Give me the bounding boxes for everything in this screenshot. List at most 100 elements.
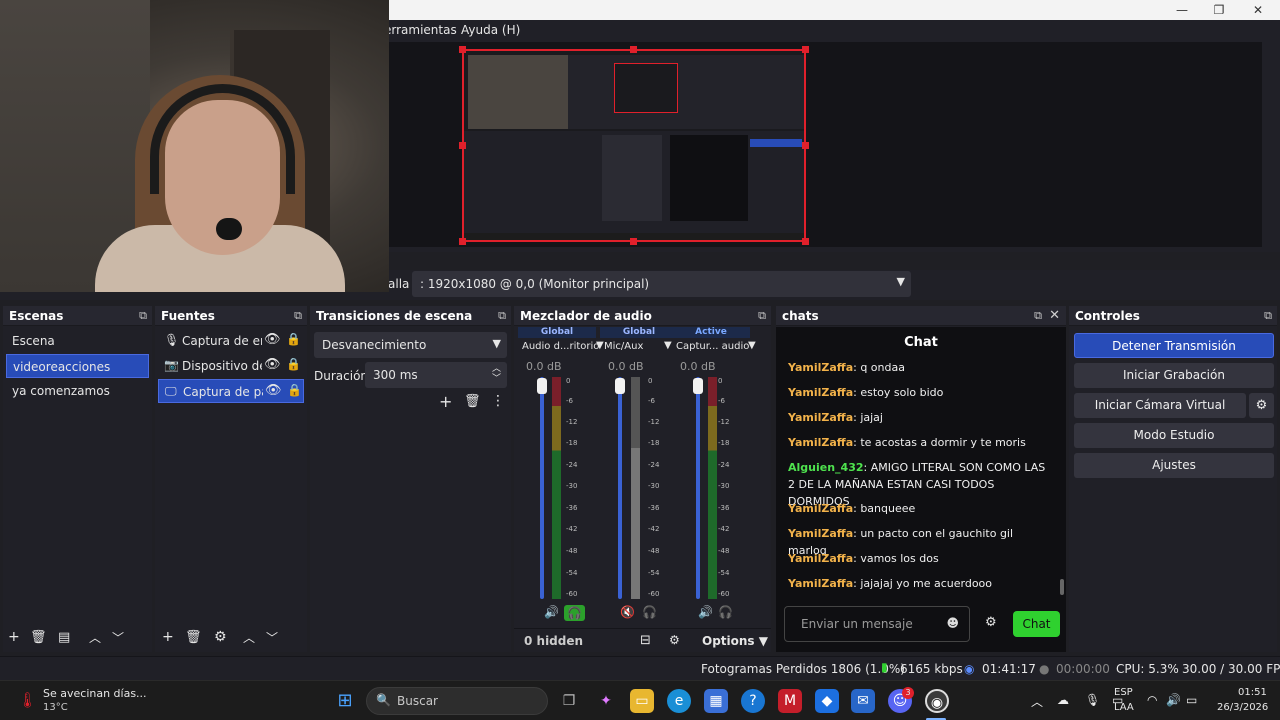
source-item[interactable]: 📷 Dispositivo de 👁 🔒 <box>158 354 304 378</box>
volume-slider[interactable] <box>696 377 700 599</box>
menu-herramientas[interactable]: erramientas <box>384 23 457 37</box>
studio-mode-button[interactable]: Modo Estudio <box>1074 423 1274 448</box>
trash-icon[interactable]: 🗑 <box>464 394 481 409</box>
source-item[interactable]: 🎙 Captura de ent 👁 🔒 <box>158 329 304 353</box>
add-icon[interactable]: + <box>439 392 452 411</box>
eye-icon[interactable]: 👁 <box>264 332 281 347</box>
windows-start-icon[interactable]: ⊞ <box>333 689 357 713</box>
float-dock-icon[interactable]: ⧉ <box>139 309 147 323</box>
mcafee-icon[interactable]: M <box>778 689 802 713</box>
gear-icon[interactable]: ⚙ <box>669 633 680 647</box>
resize-handle-l[interactable] <box>459 142 466 149</box>
lock-icon[interactable]: 🔒 <box>286 332 301 346</box>
minimize-button[interactable]: — <box>1162 0 1202 20</box>
resize-handle-tl[interactable] <box>459 46 466 53</box>
file-explorer-icon[interactable]: ▭ <box>630 689 654 713</box>
help-icon[interactable]: ? <box>741 689 765 713</box>
chevron-down-icon[interactable]: ▼ <box>748 340 756 351</box>
resize-handle-r[interactable] <box>802 142 809 149</box>
layout-icon[interactable]: ⊟ <box>640 633 651 648</box>
move-up-icon[interactable]: ︿ <box>89 629 101 646</box>
move-down-icon[interactable]: ﹀ <box>112 629 124 646</box>
volume-slider[interactable] <box>540 377 544 599</box>
virtual-camera-settings-button[interactable]: ⚙ <box>1249 393 1274 418</box>
menu-ayuda[interactable]: Ayuda (H) <box>461 23 520 37</box>
obs-icon[interactable]: ◉ <box>925 689 949 713</box>
lock-icon[interactable]: 🔒 <box>286 357 301 371</box>
trash-icon[interactable]: 🗑 <box>185 630 202 645</box>
lock-icon[interactable]: 🔒 <box>287 383 302 397</box>
float-dock-icon[interactable]: ⧉ <box>498 309 506 323</box>
start-recording-button[interactable]: Iniciar Grabación <box>1074 363 1274 388</box>
onedrive-icon[interactable]: ☁ <box>1057 693 1069 707</box>
source-item[interactable]: 🖵 Captura de par 👁 🔒 <box>158 379 304 403</box>
volume-slider[interactable] <box>618 377 622 599</box>
maximize-button[interactable]: ❐ <box>1199 0 1239 20</box>
float-dock-icon[interactable]: ⧉ <box>1264 309 1272 323</box>
chat-scrollbar[interactable] <box>1060 579 1064 595</box>
resize-handle-b[interactable] <box>630 238 637 245</box>
chat-send-button[interactable]: Chat <box>1013 611 1060 637</box>
chevron-down-icon[interactable]: ▼ <box>664 340 672 351</box>
preview-source-selection[interactable] <box>462 49 806 242</box>
battery-icon[interactable]: ▭ <box>1186 693 1197 707</box>
volume-slider-knob[interactable] <box>615 378 625 394</box>
chat-username[interactable]: YamilZaffa <box>788 436 853 449</box>
resize-handle-tr[interactable] <box>802 46 809 53</box>
float-dock-icon[interactable]: ⧉ <box>758 309 766 323</box>
stop-stream-button[interactable]: Detener Transmisión <box>1074 333 1274 358</box>
chat-message-input[interactable]: Enviar un mensaje ☻ <box>784 606 970 642</box>
clock-time[interactable]: 01:51 <box>1238 687 1267 698</box>
weather-title[interactable]: Se avecinan días... <box>43 687 147 700</box>
chat-messages[interactable]: YamilZaffa: q ondaa YamilZaffa: estoy so… <box>776 359 1066 597</box>
add-icon[interactable]: + <box>162 629 174 645</box>
taskbar-search[interactable]: 🔍 Buscar <box>366 687 548 715</box>
emoji-icon[interactable]: ☻ <box>946 616 959 630</box>
speaker-icon[interactable]: 🔊 <box>544 605 559 619</box>
options-button[interactable]: Options ▼ <box>702 634 768 648</box>
volume-slider-knob[interactable] <box>693 378 703 394</box>
settings-button[interactable]: Ajustes <box>1074 453 1274 478</box>
chat-username[interactable]: YamilZaffa <box>788 411 853 424</box>
duration-spinbox[interactable]: 300 ms ︿ ﹀ <box>365 362 507 388</box>
chat-username[interactable]: YamilZaffa <box>788 361 853 374</box>
stepper-arrows-icon[interactable]: ︿ ﹀ <box>492 364 501 384</box>
store-icon[interactable]: ▦ <box>704 689 728 713</box>
gear-icon[interactable]: ⚙ <box>985 615 997 630</box>
scene-item[interactable]: Escena <box>6 329 149 353</box>
move-down-icon[interactable]: ﹀ <box>266 629 278 646</box>
copilot-icon[interactable]: ✦ <box>594 689 618 713</box>
float-dock-icon[interactable]: ⧉ <box>294 309 302 323</box>
float-dock-icon[interactable]: ⧉ <box>1034 309 1042 323</box>
transition-select[interactable]: Desvanecimiento ▼ <box>314 332 507 358</box>
task-view-icon[interactable]: ❐ <box>557 689 581 713</box>
move-up-icon[interactable]: ︿ <box>243 629 255 646</box>
headphones-icon[interactable]: 🎧 <box>642 605 657 619</box>
resize-handle-t[interactable] <box>630 46 637 53</box>
headphones-icon[interactable]: 🎧 <box>564 605 585 621</box>
more-options-icon[interactable]: ⋮ <box>491 393 505 409</box>
tray-overflow-icon[interactable]: ︿ <box>1031 693 1043 710</box>
gear-icon[interactable]: ⚙ <box>214 629 227 645</box>
microphone-icon[interactable]: 🎙 <box>1085 693 1100 707</box>
chat-username[interactable]: YamilZaffa <box>788 577 853 590</box>
start-virtual-camera-button[interactable]: Iniciar Cámara Virtual <box>1074 393 1246 418</box>
headphones-icon[interactable]: 🎧 <box>718 605 733 619</box>
language-top[interactable]: ESP <box>1114 687 1133 698</box>
trash-icon[interactable]: 🗑 <box>30 630 47 645</box>
dropbox-icon[interactable]: ◆ <box>815 689 839 713</box>
chat-username[interactable]: YamilZaffa <box>788 527 853 540</box>
eye-icon[interactable]: 👁 <box>264 357 281 372</box>
resize-handle-br[interactable] <box>802 238 809 245</box>
close-button[interactable]: ✕ <box>1238 0 1278 20</box>
volume-slider-knob[interactable] <box>537 378 547 394</box>
speaker-muted-icon[interactable]: 🔇 <box>620 605 635 619</box>
monitor-select[interactable]: : 1920x1080 @ 0,0 (Monitor principal) ▼ <box>412 271 911 297</box>
chat-username[interactable]: YamilZaffa <box>788 386 853 399</box>
eye-icon[interactable]: 👁 <box>265 383 282 398</box>
scene-item[interactable]: ya comenzamos <box>6 379 149 403</box>
chat-username[interactable]: YamilZaffa <box>788 502 853 515</box>
chat-username[interactable]: YamilZaffa <box>788 552 853 565</box>
resize-handle-bl[interactable] <box>459 238 466 245</box>
weather-icon[interactable]: 🌡 <box>18 691 37 709</box>
